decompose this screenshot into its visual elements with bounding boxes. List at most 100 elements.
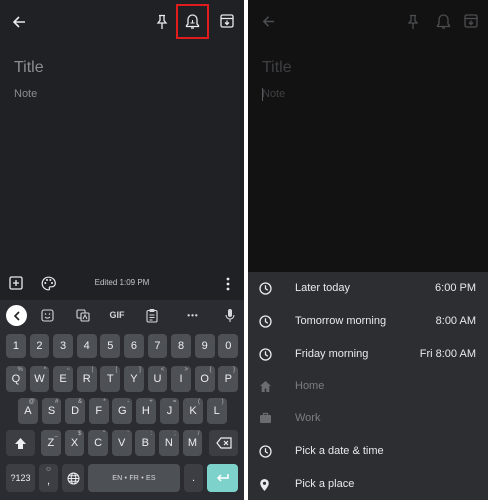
- period-key[interactable]: .: [184, 464, 203, 492]
- keyboard-toolbar: GIF •••: [0, 300, 244, 330]
- sticker-icon[interactable]: [41, 309, 54, 322]
- reminder-option[interactable]: Pick a date & time: [248, 436, 488, 468]
- key-label: O: [200, 373, 209, 385]
- pin-icon[interactable]: [156, 14, 168, 30]
- edited-timestamp: Edited 1:09 PM: [94, 278, 150, 287]
- key-5[interactable]: 5: [100, 334, 121, 358]
- key-c[interactable]: " C: [88, 430, 108, 456]
- reminder-button-highlight: [176, 4, 209, 39]
- key-i[interactable]: > I: [171, 366, 191, 392]
- gif-button[interactable]: GIF: [105, 305, 129, 325]
- comma-key[interactable]: ☺ ,: [39, 464, 58, 492]
- reminder-option[interactable]: Pick a place: [248, 469, 488, 500]
- key-hint: <: [160, 367, 165, 373]
- key-hint: ": [102, 431, 105, 437]
- reminder-option[interactable]: Work: [248, 403, 488, 435]
- key-s[interactable]: # S: [41, 398, 62, 424]
- key-hint: ): [221, 399, 224, 405]
- pin-icon[interactable]: [407, 14, 419, 30]
- reminder-option[interactable]: Later today 6:00 PM: [248, 273, 488, 305]
- space-key[interactable]: EN • FR • ES: [88, 464, 180, 492]
- archive-icon[interactable]: [464, 14, 478, 28]
- key-label: 3: [60, 340, 67, 352]
- key-l[interactable]: ) L: [206, 398, 227, 424]
- key-label: 5: [107, 340, 114, 352]
- key-m[interactable]: / M: [182, 430, 203, 456]
- key-hint: ': [127, 431, 129, 437]
- key-label: 4: [83, 340, 90, 352]
- key-hint: (: [197, 399, 200, 405]
- key-v[interactable]: ' V: [111, 430, 132, 456]
- key-label: E: [59, 373, 67, 385]
- language-key[interactable]: [62, 464, 84, 492]
- key-label: J: [166, 405, 173, 417]
- key-u[interactable]: < U: [147, 366, 168, 392]
- key-8[interactable]: 8: [171, 334, 191, 358]
- key-f[interactable]: * F: [88, 398, 109, 424]
- key-b[interactable]: :B: [135, 430, 156, 456]
- microphone-icon[interactable]: [225, 308, 235, 323]
- key-e[interactable]: ~ E: [53, 366, 73, 392]
- symbols-key[interactable]: ?123: [6, 464, 35, 492]
- key-4[interactable]: 4: [76, 334, 97, 358]
- key-0[interactable]: 0: [218, 334, 239, 358]
- note-title-input[interactable]: Title: [262, 59, 292, 77]
- key-k[interactable]: (K: [183, 398, 203, 424]
- translate-icon[interactable]: [76, 309, 90, 322]
- more-vertical-icon[interactable]: [226, 277, 230, 291]
- archive-icon[interactable]: [220, 14, 234, 28]
- keyboard-collapse-button[interactable]: [6, 305, 27, 326]
- reminder-bell-icon[interactable]: [436, 13, 451, 30]
- key-a[interactable]: @ A: [18, 398, 38, 424]
- clipboard-icon[interactable]: [146, 308, 158, 323]
- note-body-input[interactable]: Note: [262, 88, 285, 100]
- reminder-option[interactable]: Tomorrow morning 8:00 AM: [248, 306, 488, 338]
- note-body-input[interactable]: Note: [14, 88, 37, 100]
- backspace-key[interactable]: [209, 430, 238, 456]
- key-label: K: [189, 405, 197, 417]
- reminder-option[interactable]: Home: [248, 371, 488, 403]
- key-2[interactable]: 2: [29, 334, 50, 358]
- key-label: A: [24, 405, 32, 417]
- reminder-option-label: Pick a date & time: [295, 445, 384, 457]
- key-q[interactable]: % Q: [6, 366, 26, 392]
- key-label: M: [187, 437, 198, 449]
- more-options-button[interactable]: •••: [182, 305, 204, 325]
- key-t[interactable]: [T: [100, 366, 121, 392]
- reminder-option[interactable]: Friday morning Fri 8:00 AM: [248, 339, 488, 371]
- key-6[interactable]: 6: [124, 334, 144, 358]
- key-label: F: [95, 405, 103, 417]
- globe-icon: [67, 472, 80, 485]
- clock-icon: [259, 315, 272, 328]
- key-h[interactable]: + H: [136, 398, 156, 424]
- key-d[interactable]: & D: [65, 398, 85, 424]
- shift-arrow-icon: [14, 437, 27, 450]
- key-p[interactable]: } P: [218, 366, 239, 392]
- note-title-input[interactable]: Title: [14, 59, 44, 77]
- key-3[interactable]: 3: [53, 334, 73, 358]
- chevron-left-icon: [13, 310, 21, 321]
- key-7[interactable]: 7: [147, 334, 168, 358]
- shift-key[interactable]: [6, 430, 35, 456]
- key-j[interactable]: = J: [159, 398, 180, 424]
- key-label: H: [141, 405, 150, 417]
- key-label: S: [47, 405, 56, 417]
- back-arrow-icon[interactable]: [261, 14, 276, 29]
- key-n[interactable]: ; N: [159, 430, 179, 456]
- key-9[interactable]: 9: [194, 334, 215, 358]
- key-w[interactable]: ^ W: [29, 366, 50, 392]
- key-g[interactable]: -G: [112, 398, 133, 424]
- key-x[interactable]: $ X: [64, 430, 85, 456]
- back-arrow-icon[interactable]: [11, 14, 27, 30]
- key-label: X: [70, 437, 79, 449]
- key-label: I: [179, 373, 183, 385]
- note-bottom-bar: Edited 1:09 PM: [0, 268, 244, 300]
- key-z[interactable]: _ Z: [41, 430, 61, 456]
- key-o[interactable]: {O: [194, 366, 215, 392]
- key-1[interactable]: 1: [6, 334, 26, 358]
- reminder-options-sheet: Later today 6:00 PM Tomorrow morning 8:00 A…: [248, 272, 488, 500]
- key-y[interactable]: ] Y: [124, 366, 144, 392]
- enter-key[interactable]: [207, 464, 238, 492]
- key-r[interactable]: | R: [76, 366, 97, 392]
- key-hint: }: [233, 367, 236, 373]
